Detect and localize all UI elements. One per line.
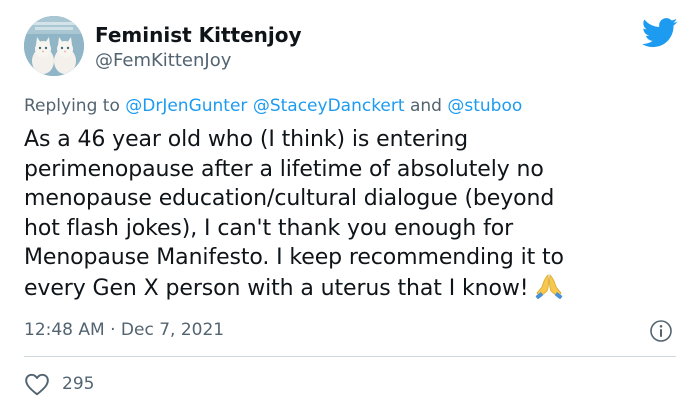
replying-to-label: Replying to <box>24 96 120 116</box>
replying-to-and: and <box>409 96 442 116</box>
tweet-line: hot flash jokes), I can't thank you enou… <box>24 215 514 241</box>
like-count: 295 <box>62 374 95 394</box>
mention-drjengunter[interactable]: @DrJenGunter <box>125 96 247 116</box>
mention-staceydanckert[interactable]: @StaceyDanckert <box>253 96 405 116</box>
twitter-bird-icon[interactable] <box>641 18 678 48</box>
replying-to: Replying to @DrJenGunter @StaceyDanckert… <box>24 94 522 118</box>
tweet-timestamp[interactable]: 12:48 AM · Dec 7, 2021 <box>24 318 224 342</box>
tweet-date: Dec 7, 2021 <box>120 320 225 340</box>
tweet-last-line-wrap: every Gen X person with a uterus that I … <box>24 273 674 304</box>
timestamp-separator: · <box>110 320 116 340</box>
mention-stuboo[interactable]: @stuboo <box>447 96 522 116</box>
tweet-time: 12:48 AM <box>24 320 105 340</box>
tweet-line: Menopause Manifesto. I keep recommending… <box>24 245 564 270</box>
tweet-line: As a 46 year old who (I think) is enteri… <box>24 127 469 152</box>
avatar[interactable] <box>24 16 84 76</box>
folded-hands-emoji-icon <box>534 273 564 299</box>
tweet-line: every Gen X person with a uterus that I … <box>24 275 529 301</box>
tweet-line: perimenopause after a lifetime of absolu… <box>24 156 544 182</box>
heart-outline-icon[interactable] <box>24 372 50 396</box>
like-button[interactable]: 295 <box>24 371 94 397</box>
tweet-text: As a 46 year old who (I think) is enteri… <box>24 125 674 303</box>
tweet-line: menopause education/cultural dialogue (b… <box>24 186 555 211</box>
author-display-name[interactable]: Feminist Kittenjoy <box>95 22 302 48</box>
author-handle[interactable]: @FemKittenJoy <box>95 48 231 74</box>
divider <box>24 356 676 357</box>
two-white-kittens-avatar-icon <box>24 16 84 76</box>
info-icon[interactable] <box>649 319 673 343</box>
